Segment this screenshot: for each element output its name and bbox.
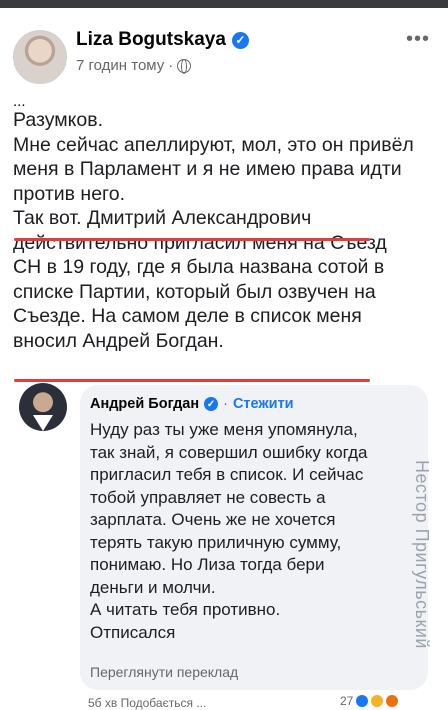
- comment-line: А читать тебя противно.: [90, 600, 281, 619]
- post-author-name[interactable]: Liza Bogutskaya: [76, 29, 226, 51]
- verified-icon: ✓: [204, 397, 219, 411]
- watermark: Нестор Пригульський: [412, 460, 432, 649]
- comment-line: Отписался: [90, 622, 176, 642]
- post-line: Разумков.: [13, 109, 104, 131]
- comment-line: зарплата. Очень же не хочется: [90, 510, 336, 529]
- post-line: меня в Парламент и я не имею права идти: [13, 158, 402, 180]
- comment-separator: ·: [223, 396, 228, 412]
- post-time[interactable]: 7 годин тому: [76, 57, 164, 74]
- post-text: Разумков. Мне сейчас апеллируют, мол, эт…: [13, 108, 443, 353]
- see-translation-link[interactable]: Переглянути переклад: [90, 664, 238, 680]
- commenter-avatar[interactable]: [19, 383, 67, 431]
- globe-icon: [177, 58, 192, 74]
- red-underline: [14, 238, 370, 241]
- post-line: списке Партии, который был озвучен на: [13, 280, 376, 303]
- author-avatar[interactable]: [13, 30, 67, 84]
- comment-header: Андрей Богдан ✓ · Стежити: [90, 396, 294, 412]
- post-line: Мне сейчас апеллируют, мол, это он привё…: [13, 133, 414, 156]
- reactions-count: 27: [340, 694, 354, 708]
- comment-line: так знай, я совершил ошибку когда: [90, 442, 368, 462]
- comment-author[interactable]: Андрей Богдан: [90, 396, 199, 412]
- haha-reaction-icon: [371, 695, 384, 707]
- reaction-summary[interactable]: 27: [340, 694, 399, 708]
- post-meta: 7 годин тому ·: [76, 57, 192, 74]
- angry-reaction-icon: [386, 695, 399, 707]
- post-line: СН в 19 году, где я была названа сотой в: [13, 256, 385, 278]
- comment-line: деньги и молчи.: [90, 577, 216, 597]
- comment-line: тобой управляет не совесть а: [90, 487, 326, 507]
- post-line: Так вот. Дмитрий Александрович: [13, 207, 312, 229]
- comment-actions[interactable]: 5б хв Подобається ...: [88, 696, 206, 710]
- follow-button[interactable]: Стежити: [233, 396, 294, 412]
- more-options-button[interactable]: •••: [406, 28, 430, 51]
- comment-text: Нуду раз ты уже меня упомянула, так знай…: [90, 419, 410, 644]
- post-line: действительно пригласил меня на Съезд: [13, 231, 387, 254]
- top-bar: [0, 0, 448, 8]
- comment-line: пригласил тебя в список. И сейчас: [90, 465, 364, 484]
- red-underline: [14, 379, 370, 382]
- post-author[interactable]: Liza Bogutskaya ✓: [76, 29, 249, 51]
- post-line: вносил Андрей Богдан.: [13, 329, 224, 352]
- comment-line: Нуду раз ты уже меня упомянула,: [90, 420, 358, 439]
- like-reaction-icon: [356, 695, 369, 707]
- verified-icon: ✓: [231, 31, 249, 49]
- post-line: Съезде. На самом деле в список меня: [13, 305, 362, 327]
- comment-line: понимаю. Но Лиза тогда бери: [90, 555, 325, 574]
- post-line: против него.: [13, 182, 125, 205]
- comment-line: терять такую приличную сумму,: [90, 532, 342, 552]
- meta-separator: ·: [168, 57, 174, 74]
